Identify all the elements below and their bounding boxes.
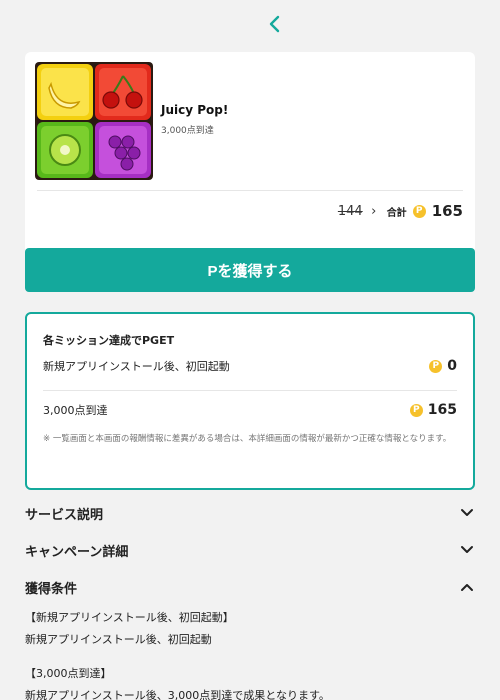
- fruit-puzzle-app-icon: [35, 62, 153, 180]
- point-coin-icon: P: [412, 204, 426, 218]
- mission-points: P 165: [409, 402, 457, 418]
- missions-title: 各ミッション達成でPGET: [43, 334, 175, 347]
- mission-points-value: 165: [427, 402, 457, 418]
- divider: [37, 190, 463, 191]
- accordion-service[interactable]: サービス説明: [25, 502, 475, 524]
- get-points-button[interactable]: Pを獲得する: [25, 248, 475, 292]
- chevron-up-icon: [459, 579, 475, 595]
- accordion-title: サービス説明: [25, 507, 104, 523]
- condition-heading: 【新規アプリインストール後、初回起動】: [25, 611, 234, 624]
- chevron-down-icon: [459, 542, 475, 558]
- mission-points: P 0: [429, 358, 457, 374]
- chevron-right-icon: ›: [371, 203, 377, 219]
- condition-heading: 【3,000点到達】: [25, 667, 112, 680]
- chevron-left-icon: [269, 15, 280, 33]
- condition-text: 新規アプリインストール後、初回起動: [25, 633, 212, 646]
- accordion-title: 獲得条件: [25, 581, 78, 597]
- missions-panel: 各ミッション達成でPGET 新規アプリインストール後、初回起動 P 0 3,00…: [25, 312, 475, 490]
- app-title: Juicy Pop!: [161, 103, 229, 117]
- accordion-conditions[interactable]: 獲得条件: [25, 576, 475, 598]
- chevron-down-icon: [459, 505, 475, 521]
- mission-row: 新規アプリインストール後、初回起動 P 0: [43, 358, 457, 374]
- divider: [43, 390, 457, 391]
- mission-row: 3,000点到達 P 165: [43, 402, 457, 418]
- old-price: 144: [337, 203, 363, 219]
- accordion-campaign[interactable]: キャンペーン詳細: [25, 539, 475, 561]
- mission-label: 新規アプリインストール後、初回起動: [43, 360, 230, 373]
- price-row: 144 › 合計 P 165: [338, 200, 463, 222]
- disclaimer-note: ※ 一覧画面と本画面の報酬情報に差異がある場合は、本詳細画面の情報が最新かつ正確…: [43, 434, 452, 444]
- point-coin-icon: P: [409, 403, 423, 417]
- total-points: 165: [431, 202, 463, 220]
- accordion-title: キャンペーン詳細: [25, 544, 129, 560]
- point-coin-icon: P: [429, 359, 443, 373]
- back-button[interactable]: [264, 12, 286, 36]
- mission-label: 3,000点到達: [43, 404, 108, 417]
- total-label: 合計: [386, 207, 407, 219]
- mission-points-value: 0: [447, 358, 457, 374]
- app-subtitle: 3,000点到達: [161, 126, 214, 136]
- condition-text: 新規アプリインストール後、3,000点到達で成果となります。: [25, 689, 330, 700]
- app-card[interactable]: Juicy Pop! 3,000点到達 144 › 合計 P 165: [25, 52, 475, 259]
